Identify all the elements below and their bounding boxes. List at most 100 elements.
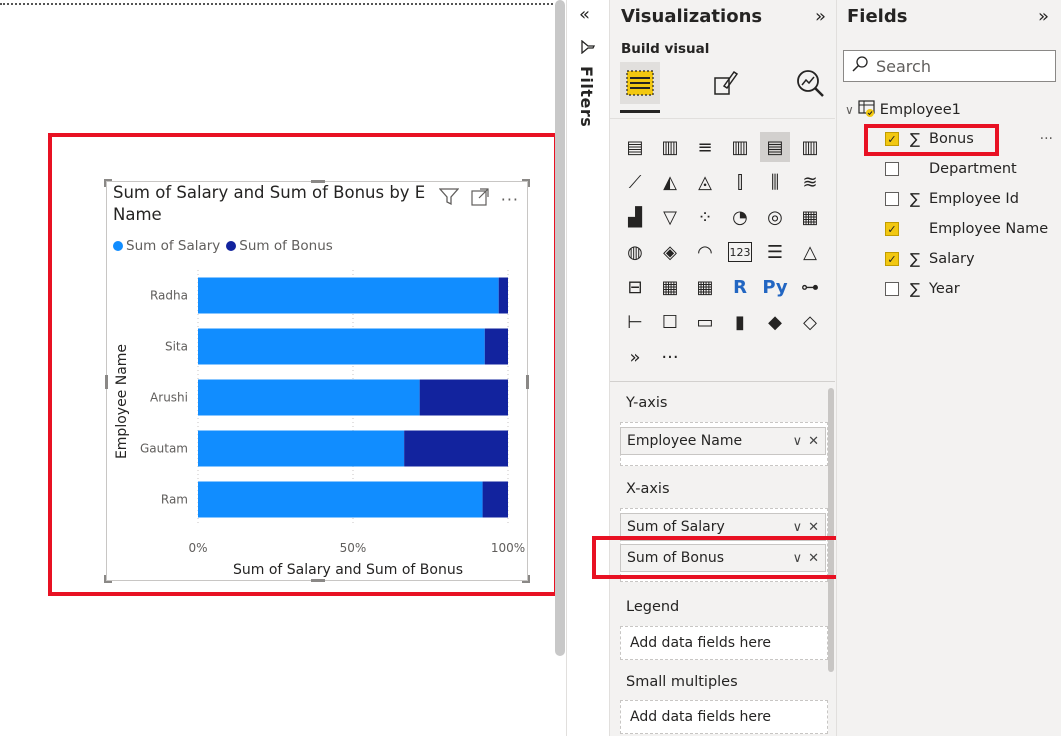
search-icon [852,56,868,76]
treemap-icon[interactable]: ▦ [795,202,825,232]
stacked-area-chart-icon[interactable]: ◬ [690,167,720,197]
donut-chart-icon[interactable]: ◎ [760,202,790,232]
chevrons-left-icon[interactable]: « [579,4,590,25]
wells-scrollbar[interactable] [828,388,834,672]
line-clustered-column-icon[interactable]: ⫼ [760,167,790,197]
build-visual-label: Build visual [621,41,710,57]
slicer-icon[interactable]: ⊟ [620,272,650,302]
field-item-year[interactable]: ∑ Year [885,279,960,299]
power-automate-icon[interactable]: » [620,342,650,372]
table-icon[interactable]: ▦ [655,272,685,302]
filter-icon [581,39,596,58]
pie-chart-icon[interactable]: ◔ [725,202,755,232]
field-item-department[interactable]: Department [885,159,1017,179]
kpi-icon[interactable]: △ [795,237,825,267]
stacked-column-chart-icon[interactable]: ▥ [655,132,685,162]
chevron-down-icon[interactable]: ∨ [793,520,803,535]
map-icon[interactable]: ◍ [620,237,650,267]
power-apps-icon[interactable]: ◇ [795,307,825,337]
chevrons-right-icon[interactable]: » [1038,6,1049,27]
close-icon[interactable]: ✕ [808,520,819,535]
multirow-card-icon[interactable]: ☰ [760,237,790,267]
python-visual-icon[interactable]: Py [760,272,790,302]
pane-divider [610,118,835,119]
smart-narrative-icon[interactable]: ▭ [690,307,720,337]
sigma-icon: ∑ [909,250,921,268]
paginated-report-icon[interactable]: ▮ [725,307,755,337]
analytics-tab[interactable] [790,62,830,104]
field-checkbox[interactable] [885,282,899,296]
stacked-bar-chart-icon[interactable]: ▤ [620,132,650,162]
fields-search-input[interactable]: Search [843,50,1056,82]
waterfall-chart-icon[interactable]: ▟ [620,202,650,232]
ribbon-chart-icon[interactable]: ≋ [795,167,825,197]
matrix-icon[interactable]: ▦ [690,272,720,302]
field-item-employee-name[interactable]: ✓ Employee Name [885,219,1048,239]
highlight-box-bonus-pill [592,536,856,579]
xaxis-field-label-salary: Sum of Salary [627,519,725,535]
line-column-chart-icon[interactable]: ⫿ [725,167,755,197]
fields-pane: Fields » Search ∨ Employee1 ✓ ∑ Bonus Depar… [836,0,1061,736]
qa-icon[interactable]: ☐ [655,307,685,337]
chevron-down-icon[interactable]: ∨ [845,103,854,117]
more-visuals-icon[interactable]: ··· [655,342,685,372]
field-label: Employee Name [929,221,1049,237]
wells-divider [610,381,835,382]
field-checkbox[interactable]: ✓ [885,222,899,236]
field-label: Year [929,281,960,297]
sigma-icon: ∑ [909,280,921,298]
chevron-down-icon[interactable]: ∨ [793,434,803,449]
field-checkbox[interactable]: ✓ [885,252,899,266]
active-tab-indicator [620,110,660,113]
build-visual-tab[interactable] [620,62,660,104]
close-icon[interactable]: ✕ [808,434,819,449]
format-visual-tab[interactable] [705,62,745,104]
clustered-bar-chart-icon[interactable]: ≡ [690,132,720,162]
report-editor: Sum of Salary and Sum of Bonus by E Name… [0,0,1061,736]
gauge-icon[interactable]: ◠ [690,237,720,267]
sigma-icon: ∑ [909,190,921,208]
small-multiples-well-title: Small multiples [626,674,738,690]
filled-map-icon[interactable]: ◈ [655,237,685,267]
yaxis-well-title: Y-axis [626,395,668,411]
yaxis-field-pill[interactable]: Employee Name ∨ ✕ [620,427,826,455]
100-stacked-column-chart-icon[interactable]: ▥ [795,132,825,162]
table-node-employee1[interactable]: ∨ Employee1 [845,99,961,121]
search-placeholder: Search [876,56,931,76]
field-label: Salary [929,251,975,267]
scatter-chart-icon[interactable]: ⁘ [690,202,720,232]
more-options-icon[interactable]: ··· [1040,131,1053,147]
decomposition-tree-icon[interactable]: ⊢ [620,307,650,337]
field-checkbox[interactable] [885,192,899,206]
line-chart-icon[interactable]: ⟋ [620,167,650,197]
100-stacked-bar-chart-icon[interactable]: ▤ [760,132,790,162]
legend-well-title: Legend [626,599,680,615]
highlight-box-bonus-field [864,124,999,156]
filters-label[interactable]: Filters [577,66,596,127]
clustered-column-chart-icon[interactable]: ▥ [725,132,755,162]
fields-title: Fields [847,6,908,27]
report-canvas[interactable]: Sum of Salary and Sum of Bonus by E Name… [0,0,558,736]
filters-pane-collapsed[interactable]: « Filters [567,0,609,736]
card-icon[interactable]: 123 [728,242,752,262]
field-checkbox[interactable] [885,162,899,176]
xaxis-well-title: X-axis [626,481,670,497]
page-boundary [0,3,553,5]
field-item-salary[interactable]: ✓ ∑ Salary [885,249,975,269]
visualizations-pane: Visualizations » Build visual ▤ ▥ ≡ ▥ ▤ ▥ ⟋ ◭ ◬ ⫿… [609,0,836,736]
key-influencers-icon[interactable]: ⊶ [795,272,825,302]
azure-map-icon[interactable]: ◆ [760,307,790,337]
visualizations-title: Visualizations [621,6,763,27]
field-label: Department [929,161,1017,177]
legend-well-dropzone[interactable]: Add data fields here [620,626,828,660]
yaxis-field-label: Employee Name [627,433,743,449]
field-label: Employee Id [929,191,1019,207]
field-item-employee-id[interactable]: ∑ Employee Id [885,189,1019,209]
small-multiples-dropzone[interactable]: Add data fields here [620,700,828,734]
highlight-box-visual [48,133,558,596]
area-chart-icon[interactable]: ◭ [655,167,685,197]
r-visual-icon[interactable]: R [725,272,755,302]
chevrons-right-icon[interactable]: » [815,6,826,27]
canvas-scrollbar[interactable] [555,0,565,656]
funnel-chart-icon[interactable]: ▽ [655,202,685,232]
